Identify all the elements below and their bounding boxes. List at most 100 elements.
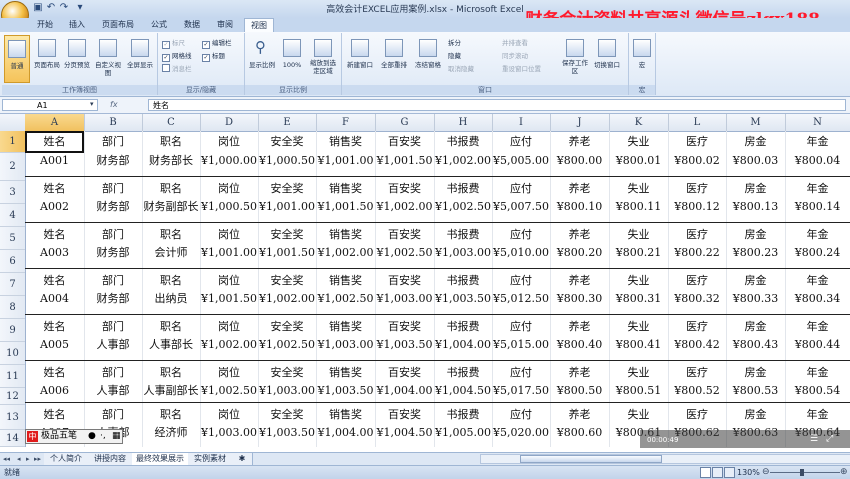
data-cell[interactable]: ¥5,015.00 [492,337,550,353]
header-cell[interactable]: 年金 [785,319,850,335]
tab-home[interactable]: 开始 [30,18,60,32]
tab-view[interactable]: 视图 [244,18,274,33]
header-cell[interactable]: 失业 [609,273,668,289]
data-cell[interactable]: ¥1,003.50 [375,337,434,353]
data-cell[interactable]: ¥800.50 [550,383,609,399]
header-cell[interactable]: 岗位 [200,134,258,150]
tab-review[interactable]: 审阅 [210,18,240,32]
data-cell[interactable]: ¥800.54 [785,383,850,399]
data-cell[interactable]: ¥800.20 [550,245,609,261]
full-screen-button[interactable]: 全屏显示 [124,35,156,81]
row-header-6[interactable]: 6 [0,250,25,273]
header-cell[interactable]: 职名 [142,134,200,150]
sheet-tab-final-result[interactable]: 最终效果展示 [132,453,189,465]
row-header-12[interactable]: 12 [0,388,25,405]
header-cell[interactable]: 养老 [550,365,609,381]
reset-window-position-button[interactable]: 重设窗口位置 [502,63,541,73]
row-header-13[interactable]: 13 [0,405,25,430]
data-cell[interactable]: ¥1,000.00 [200,153,258,169]
column-header-a[interactable]: A [25,114,85,131]
data-cell[interactable]: ¥1,003.50 [434,291,492,307]
data-cell[interactable]: 经济师 [142,425,200,441]
data-cell[interactable]: 财务部 [84,199,142,215]
header-cell[interactable]: 部门 [84,134,142,150]
data-cell[interactable]: ¥800.13 [726,199,785,215]
header-cell[interactable]: 失业 [609,319,668,335]
data-cell[interactable]: ¥800.10 [550,199,609,215]
headings-checkbox[interactable]: ✓ 标题 [202,50,225,62]
header-cell[interactable]: 书报费 [434,319,492,335]
column-header-c[interactable]: C [142,114,201,131]
header-cell[interactable]: 安全奖 [258,319,316,335]
formula-bar-checkbox[interactable]: ✓ 编辑栏 [202,37,232,49]
header-cell[interactable]: 应付 [492,365,550,381]
header-cell[interactable]: 姓名 [25,181,84,197]
data-cell[interactable]: 人事部 [84,383,142,399]
data-cell[interactable]: ¥1,004.00 [375,383,434,399]
data-cell[interactable]: A003 [25,245,84,261]
arrange-all-button[interactable]: 全部重排 [378,35,410,81]
header-cell[interactable]: 应付 [492,134,550,150]
data-cell[interactable]: ¥800.34 [785,291,850,307]
quick-access-dropdown-icon[interactable]: ▾ [74,2,86,14]
switch-windows-button[interactable]: 切换窗口 [590,35,624,81]
header-cell[interactable]: 医疗 [668,365,726,381]
data-cell[interactable]: ¥800.03 [726,153,785,169]
header-cell[interactable]: 部门 [84,273,142,289]
header-cell[interactable]: 年金 [785,407,850,423]
data-cell[interactable]: ¥800.32 [668,291,726,307]
page-layout-view-button[interactable]: 页面布局 [32,35,62,81]
page-layout-status-icon[interactable] [712,467,723,478]
data-cell[interactable]: ¥800.42 [668,337,726,353]
save-icon[interactable]: ▣ [32,2,44,14]
header-cell[interactable]: 岗位 [200,181,258,197]
header-cell[interactable]: 销售奖 [316,227,375,243]
header-cell[interactable]: 销售奖 [316,273,375,289]
data-cell[interactable]: ¥5,020.00 [492,425,550,441]
ruler-checkbox[interactable]: ✓ 标尺 [162,37,185,49]
header-cell[interactable]: 销售奖 [316,365,375,381]
data-cell[interactable]: ¥1,002.00 [258,291,316,307]
data-cell[interactable]: ¥800.14 [785,199,850,215]
row-header-8[interactable]: 8 [0,296,25,319]
header-cell[interactable]: 应付 [492,181,550,197]
header-cell[interactable]: 姓名 [25,273,84,289]
column-header-g[interactable]: G [375,114,435,131]
header-cell[interactable]: 岗位 [200,319,258,335]
header-cell[interactable]: 百安奖 [375,227,434,243]
header-cell[interactable]: 养老 [550,134,609,150]
formula-input[interactable]: 姓名 [148,99,846,111]
header-cell[interactable]: 医疗 [668,273,726,289]
header-cell[interactable]: 部门 [84,407,142,423]
header-cell[interactable]: 百安奖 [375,365,434,381]
data-cell[interactable]: 人事部长 [142,337,200,353]
data-cell[interactable]: ¥800.12 [668,199,726,215]
tab-page-layout[interactable]: 页面布局 [96,18,140,32]
ime-toolbar[interactable]: 中 极品五笔 ● ·, ▦ [25,429,123,444]
header-cell[interactable]: 岗位 [200,365,258,381]
custom-views-button[interactable]: 自定义视图 [94,35,122,81]
header-cell[interactable]: 姓名 [25,365,84,381]
header-cell[interactable]: 医疗 [668,407,726,423]
header-cell[interactable]: 职名 [142,273,200,289]
column-header-n[interactable]: N [785,114,850,131]
column-header-m[interactable]: M [726,114,786,131]
unhide-button[interactable]: 取消隐藏 [448,63,474,73]
header-cell[interactable]: 年金 [785,227,850,243]
header-cell[interactable]: 书报费 [434,365,492,381]
sheet-tab-profile[interactable]: 个人简介 [44,453,89,465]
row-header-3[interactable]: 3 [0,181,25,204]
data-cell[interactable]: 会计师 [142,245,200,261]
header-cell[interactable]: 养老 [550,319,609,335]
tab-insert[interactable]: 插入 [62,18,92,32]
data-cell[interactable]: ¥5,010.00 [492,245,550,261]
ime-keyboard-icon[interactable]: ▦ [112,430,121,443]
data-cell[interactable]: ¥1,001.50 [316,199,375,215]
header-cell[interactable]: 姓名 [25,407,84,423]
data-cell[interactable]: 财务部 [84,291,142,307]
header-cell[interactable]: 书报费 [434,227,492,243]
message-bar-checkbox[interactable]: 消息栏 [162,63,192,73]
name-box[interactable]: A1 [2,99,98,111]
header-cell[interactable]: 书报费 [434,407,492,423]
header-cell[interactable]: 百安奖 [375,407,434,423]
